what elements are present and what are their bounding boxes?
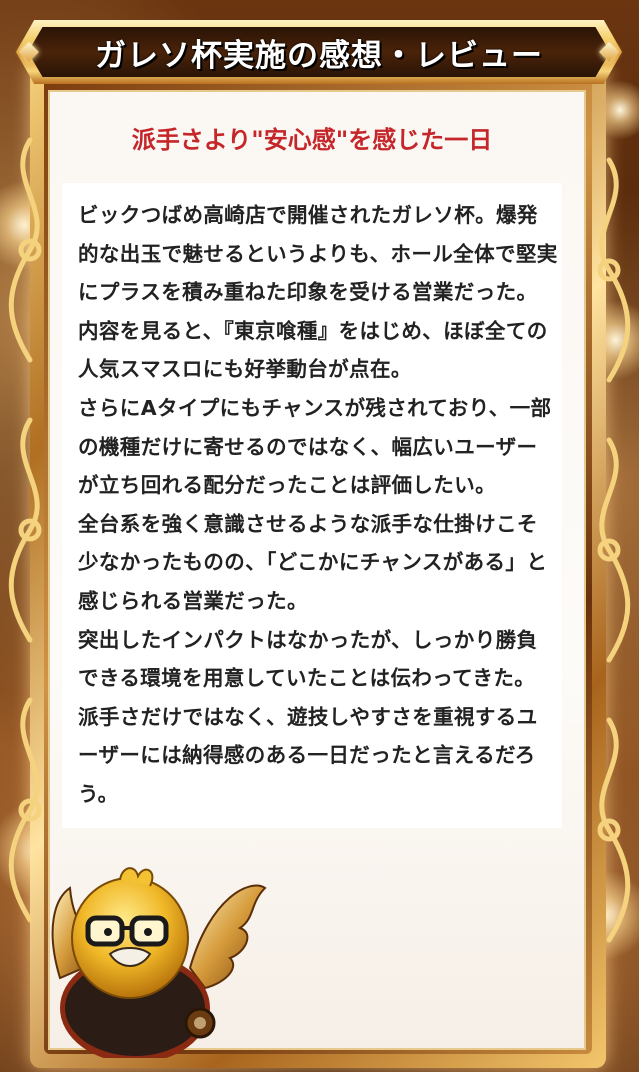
review-paragraph: ビックつばめ高崎店で開催されたガレソ杯。爆発的な出玉で魅せるというよりも、ホール…: [78, 203, 558, 305]
page-title: ガレソ杯実施の感想・レビュー: [95, 37, 543, 74]
gold-scroll-ornament-icon: [597, 157, 631, 943]
review-paragraph: 突出したインパクトはなかったが、しっかり勝負できる環境を用意していたことは伝わっ…: [78, 627, 538, 691]
review-paragraph: 派手さだけではなく、遊技しやすさを重視するユーザーには納得感のある一日だったと言…: [78, 704, 538, 806]
review-body: ビックつばめ高崎店で開催されたガレソ杯。爆発的な出玉で魅せるというよりも、ホール…: [78, 196, 558, 814]
review-paragraph: さらにAタイプにもチャンスが残されており、一部の機種だけに寄せるのではなく、幅広…: [78, 395, 552, 498]
golden-bird-mascot-icon: [51, 867, 267, 1058]
review-subtitle: 派手さより"安心感"を感じた一日: [131, 126, 493, 154]
review-paragraph: 全台系を強く意識させるような派手な仕掛けこそ少なかったものの、「どこかにチャンス…: [78, 511, 548, 613]
review-paragraph: 内容を見ると、『東京喰種』をはじめ、ほぼ全ての人気スマスロにも好挙動台が点在。: [78, 318, 548, 382]
